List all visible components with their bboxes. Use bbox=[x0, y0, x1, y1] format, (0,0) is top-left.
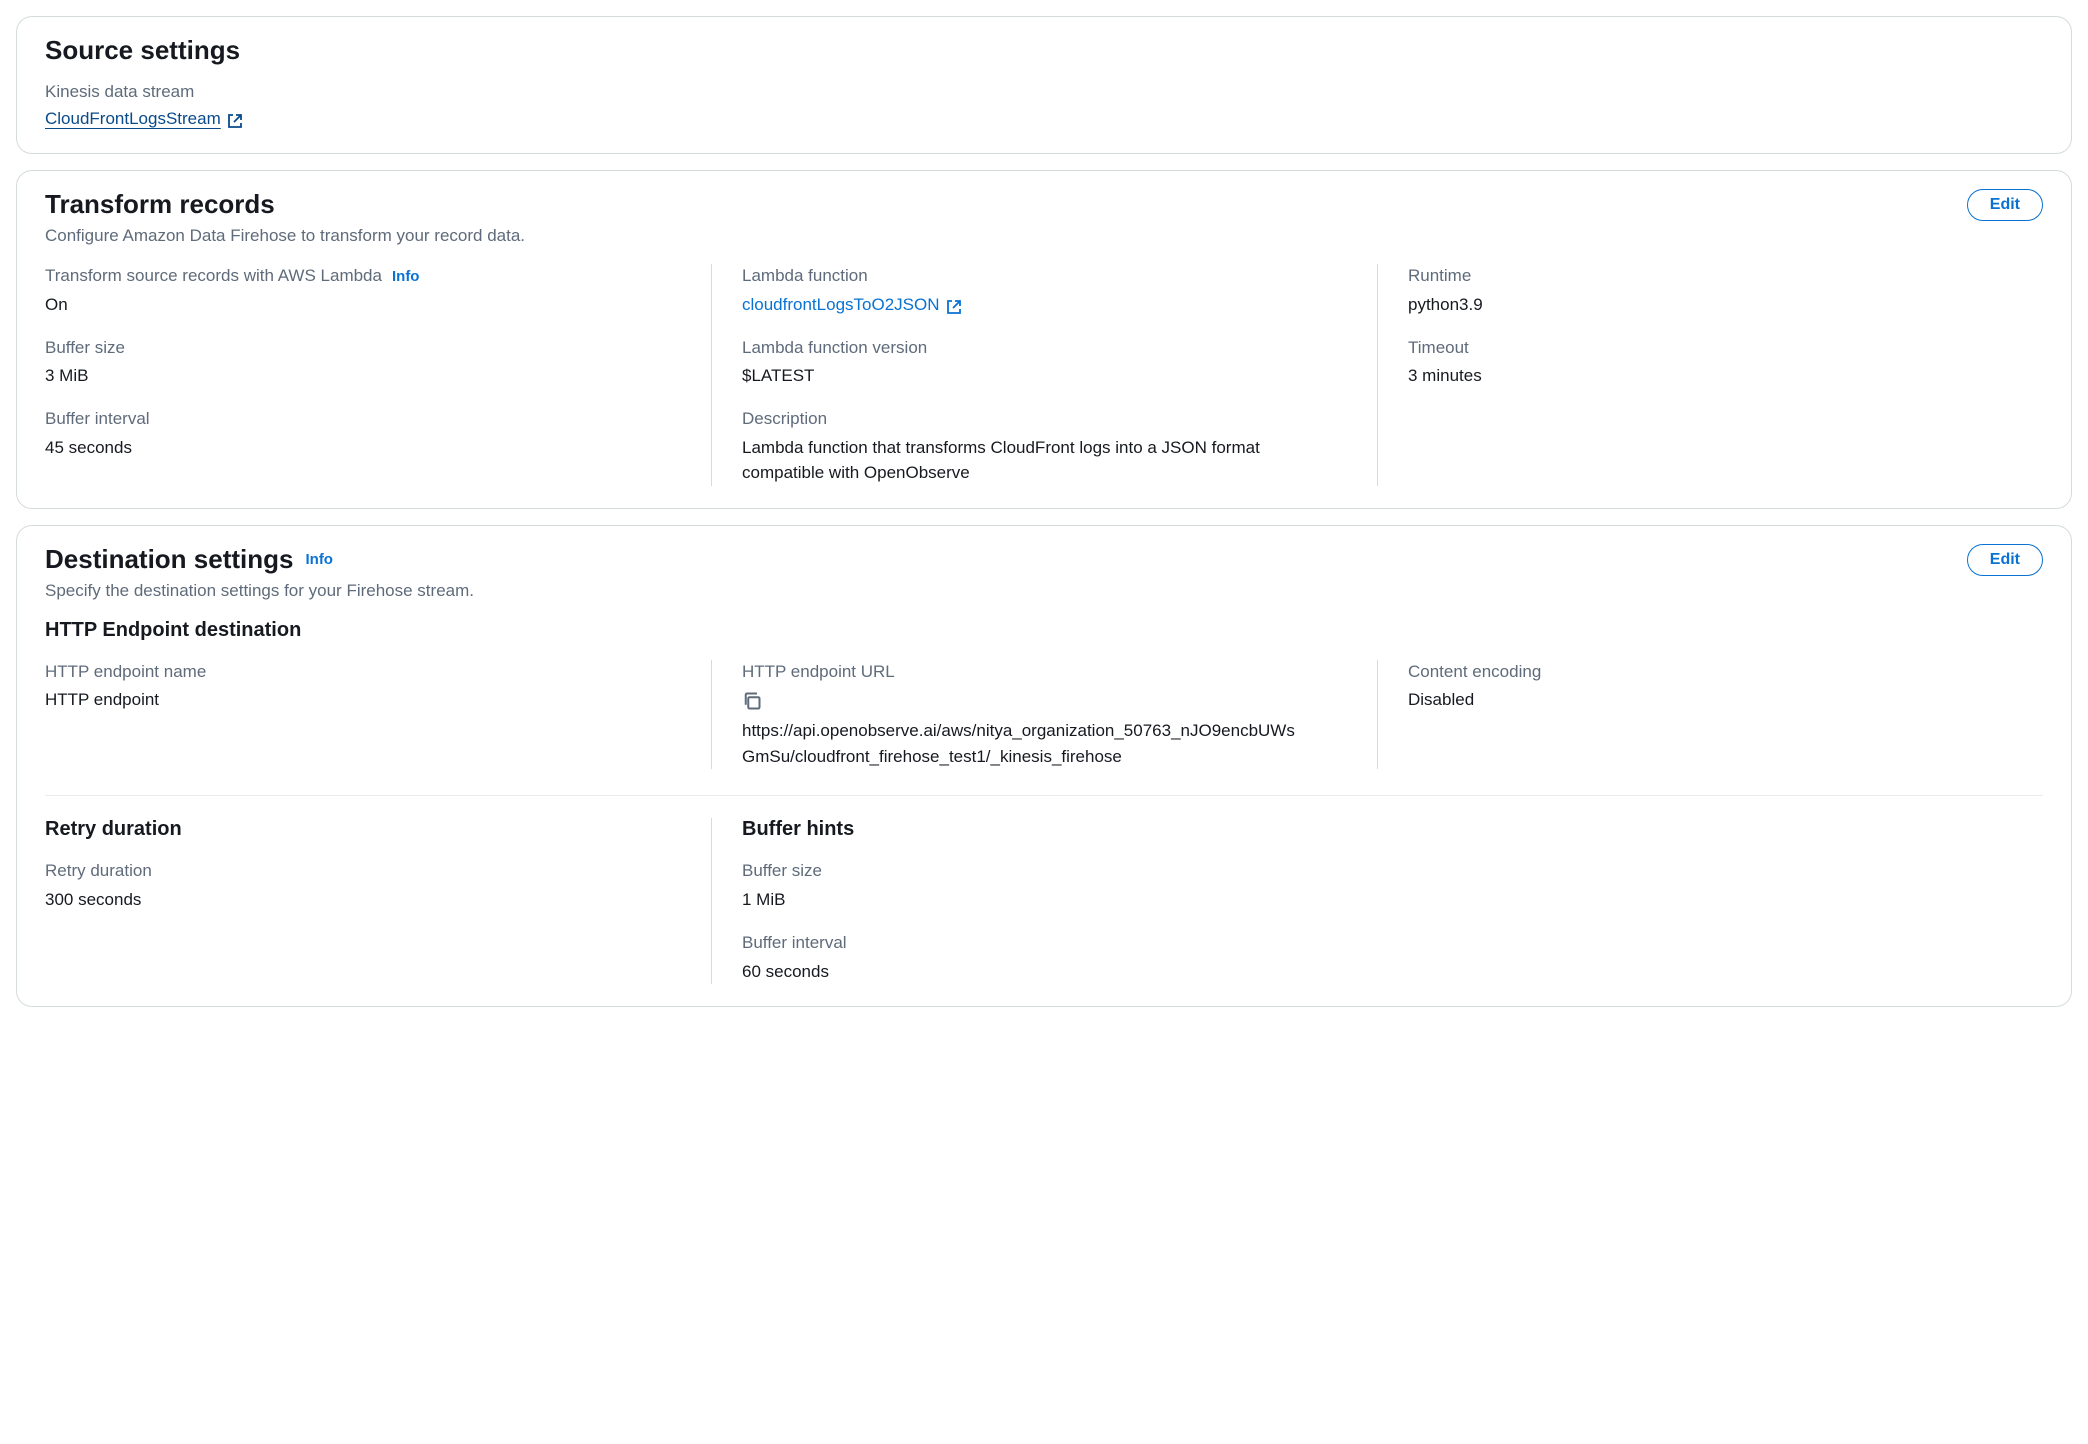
destination-col-1: HTTP endpoint name HTTP endpoint bbox=[45, 660, 711, 770]
edit-destination-button[interactable]: Edit bbox=[1967, 544, 2043, 576]
source-settings-panel: Source settings Kinesis data stream Clou… bbox=[16, 16, 2072, 154]
buffer-interval-label: Buffer interval bbox=[45, 407, 681, 431]
external-link-icon bbox=[227, 111, 243, 127]
destination-settings-description: Specify the destination settings for you… bbox=[45, 581, 474, 601]
hints-buffer-size-label: Buffer size bbox=[742, 859, 2013, 883]
timeout-label: Timeout bbox=[1408, 336, 2013, 360]
content-encoding-label: Content encoding bbox=[1408, 660, 2013, 684]
transform-col-2: Lambda function cloudfrontLogsToO2JSON L… bbox=[711, 264, 1377, 485]
retry-col: Retry duration Retry duration 300 second… bbox=[45, 818, 711, 984]
lambda-toggle-value: On bbox=[45, 292, 681, 318]
destination-col-2: HTTP endpoint URL https://api.openobserv… bbox=[711, 660, 1377, 770]
buffer-size-value: 3 MiB bbox=[45, 363, 681, 389]
transform-col-3: Runtime python3.9 Timeout 3 minutes bbox=[1377, 264, 2043, 485]
endpoint-name-label: HTTP endpoint name bbox=[45, 660, 681, 684]
endpoint-url-value: https://api.openobserve.ai/aws/nitya_org… bbox=[742, 718, 1302, 769]
external-link-icon bbox=[946, 297, 962, 313]
lambda-desc-label: Description bbox=[742, 407, 1347, 431]
lambda-version-label: Lambda function version bbox=[742, 336, 1347, 360]
destination-columns: HTTP endpoint name HTTP endpoint HTTP en… bbox=[45, 660, 2043, 770]
hints-buffer-interval-label: Buffer interval bbox=[742, 931, 2013, 955]
endpoint-name-value: HTTP endpoint bbox=[45, 687, 681, 713]
kinesis-stream-link-text: CloudFrontLogsStream bbox=[45, 106, 221, 132]
divider bbox=[45, 795, 2043, 796]
destination-row-2: Retry duration Retry duration 300 second… bbox=[45, 818, 2043, 984]
destination-info-link[interactable]: Info bbox=[305, 551, 333, 568]
transform-records-header: Transform records Configure Amazon Data … bbox=[45, 189, 2043, 246]
content-encoding-value: Disabled bbox=[1408, 687, 2013, 713]
source-settings-title: Source settings bbox=[45, 35, 240, 66]
transform-records-title: Transform records bbox=[45, 189, 525, 220]
lambda-fn-link[interactable]: cloudfrontLogsToO2JSON bbox=[742, 292, 962, 318]
buffer-size-label: Buffer size bbox=[45, 336, 681, 360]
retry-heading: Retry duration bbox=[45, 818, 681, 841]
lambda-version-value: $LATEST bbox=[742, 363, 1347, 389]
destination-settings-title: Destination settings Info bbox=[45, 544, 474, 575]
transform-col-1: Transform source records with AWS Lambda… bbox=[45, 264, 711, 485]
destination-settings-header: Destination settings Info Specify the de… bbox=[45, 544, 2043, 601]
transform-records-description: Configure Amazon Data Firehose to transf… bbox=[45, 226, 525, 246]
lambda-fn-label: Lambda function bbox=[742, 264, 1347, 288]
buffer-interval-value: 45 seconds bbox=[45, 435, 681, 461]
http-endpoint-heading: HTTP Endpoint destination bbox=[45, 619, 2043, 642]
lambda-info-link[interactable]: Info bbox=[392, 268, 420, 285]
transform-columns: Transform source records with AWS Lambda… bbox=[45, 264, 2043, 485]
lambda-desc-value: Lambda function that transforms CloudFro… bbox=[742, 435, 1262, 486]
destination-col-3: Content encoding Disabled bbox=[1377, 660, 2043, 770]
hints-buffer-size-value: 1 MiB bbox=[742, 887, 2013, 913]
retry-duration-label: Retry duration bbox=[45, 859, 681, 883]
transform-records-panel: Transform records Configure Amazon Data … bbox=[16, 170, 2072, 508]
timeout-value: 3 minutes bbox=[1408, 363, 2013, 389]
destination-settings-panel: Destination settings Info Specify the de… bbox=[16, 525, 2072, 1007]
destination-settings-title-text: Destination settings bbox=[45, 544, 293, 575]
lambda-toggle-label: Transform source records with AWS Lambda bbox=[45, 264, 382, 288]
endpoint-url-label: HTTP endpoint URL bbox=[742, 660, 1347, 684]
kinesis-stream-label: Kinesis data stream bbox=[45, 80, 2043, 104]
runtime-value: python3.9 bbox=[1408, 292, 2013, 318]
buffer-hints-col: Buffer hints Buffer size 1 MiB Buffer in… bbox=[711, 818, 2043, 984]
hints-buffer-interval-value: 60 seconds bbox=[742, 959, 2013, 985]
kinesis-stream-link[interactable]: CloudFrontLogsStream bbox=[45, 106, 243, 132]
runtime-label: Runtime bbox=[1408, 264, 2013, 288]
retry-duration-value: 300 seconds bbox=[45, 887, 681, 913]
copy-url-button[interactable] bbox=[742, 691, 762, 711]
edit-transform-button[interactable]: Edit bbox=[1967, 189, 2043, 221]
buffer-hints-heading: Buffer hints bbox=[742, 818, 2013, 841]
source-settings-header: Source settings bbox=[45, 35, 2043, 66]
lambda-fn-link-text: cloudfrontLogsToO2JSON bbox=[742, 292, 940, 318]
